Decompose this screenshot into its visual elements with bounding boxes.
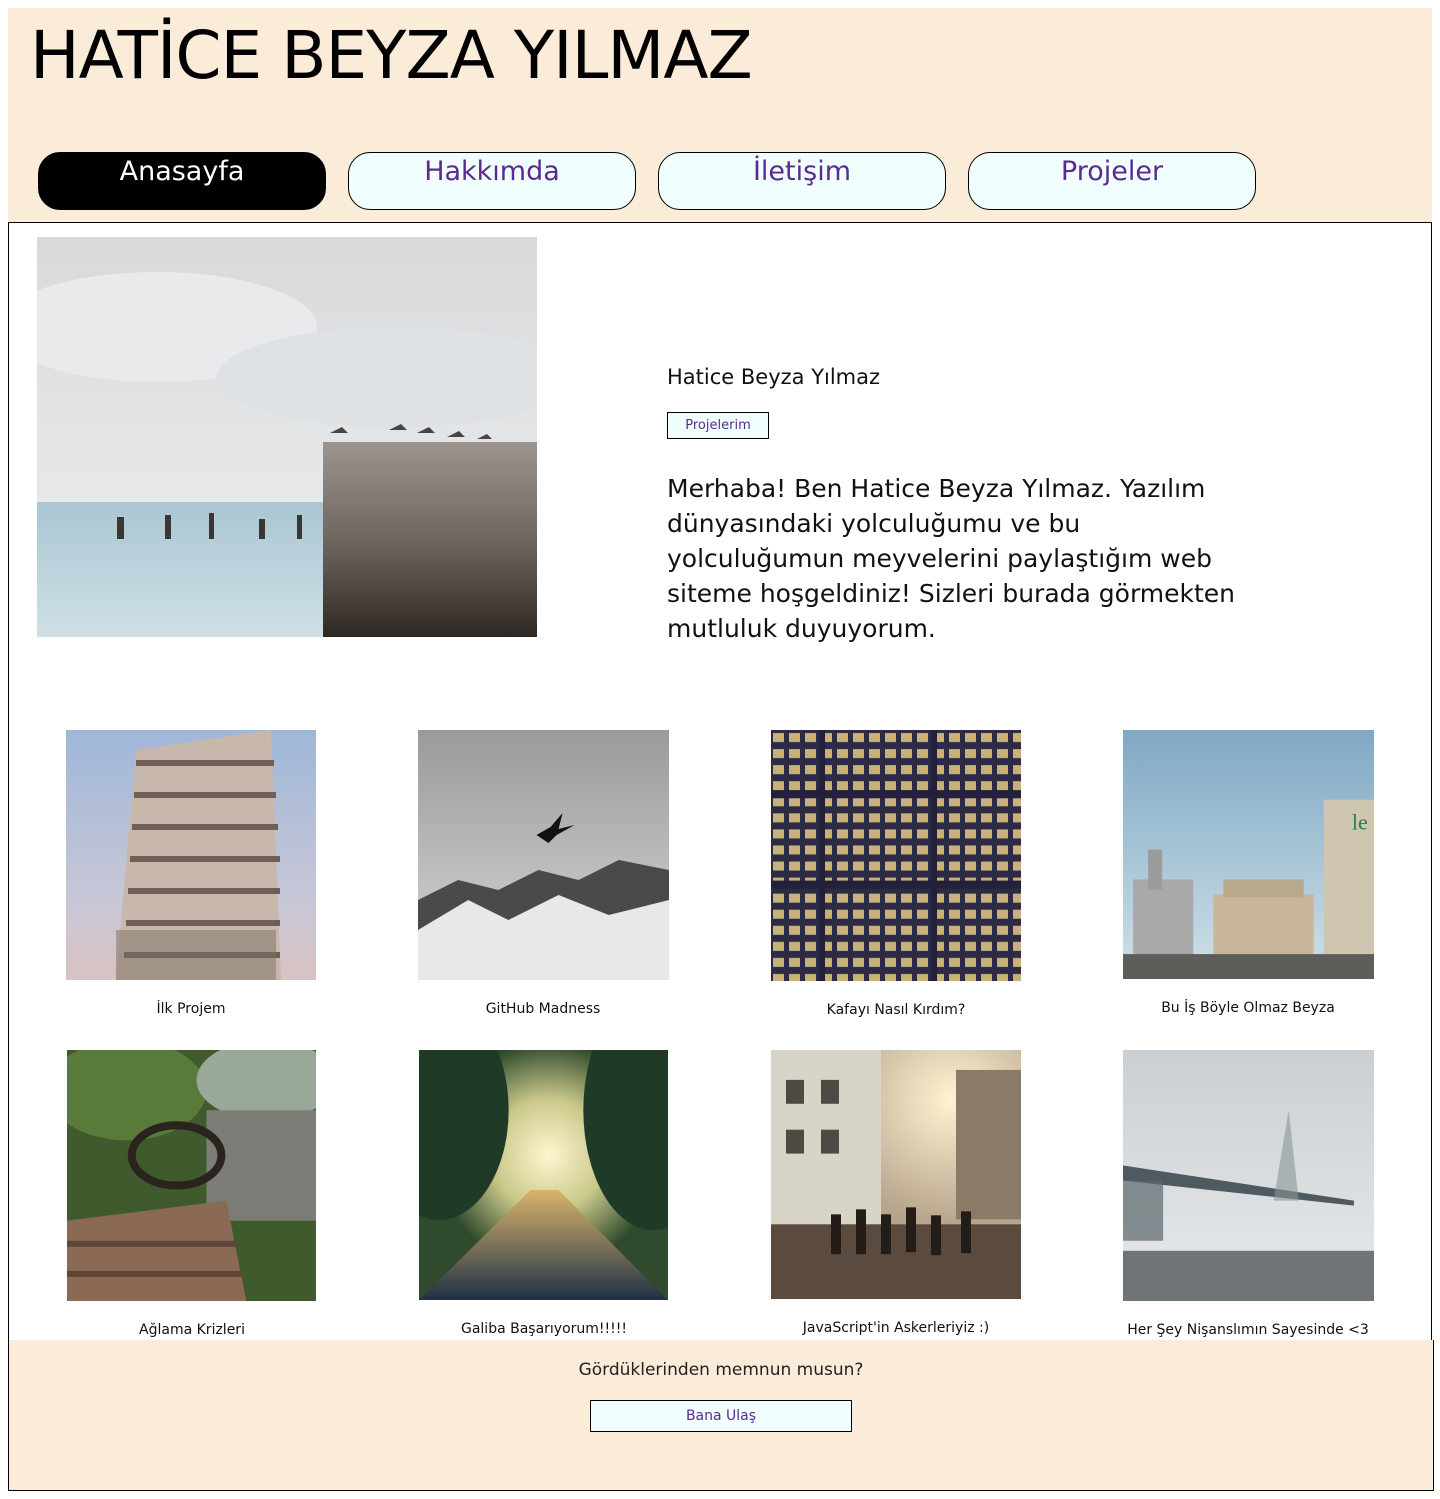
hero-sea-pier-image [37, 237, 537, 637]
project-caption: Bu İş Böyle Olmaz Beyza [1161, 1000, 1335, 1016]
project-caption: Galiba Başarıyorum!!!!! [460, 1321, 627, 1337]
nav-iletisim[interactable]: İletişim [658, 152, 946, 210]
nav-hakkimda[interactable]: Hakkımda [348, 152, 636, 210]
footer-question: Gördüklerinden memnun musun? [578, 1360, 864, 1380]
project-caption: JavaScript'in Askerleriyiz :) [802, 1320, 990, 1336]
project-image-bird-mountains[interactable] [418, 730, 669, 980]
site-header: HATİCE BEYZA YILMAZ Anasayfa Hakkımda İl… [8, 8, 1432, 222]
hero-intro-text: Merhaba! Ben Hatice Beyza Yılmaz. Yazılı… [667, 474, 1236, 643]
project-image-office-building[interactable] [771, 730, 1021, 981]
project-caption: GitHub Madness [485, 1001, 601, 1017]
main-content: Hatice Beyza Yılmaz Projelerim Merhaba! … [8, 222, 1432, 1340]
project-image-foggy-bridge[interactable] [1123, 1050, 1374, 1301]
project-image-city-street[interactable] [771, 1050, 1021, 1299]
site-title: HATİCE BEYZA YILMAZ [30, 17, 753, 94]
bana-ulas-button[interactable]: Bana Ulaş [590, 1400, 852, 1432]
project-image-car-interior[interactable] [67, 1050, 316, 1301]
nav-anasayfa[interactable]: Anasayfa [38, 152, 326, 210]
svg-text:le: le [1352, 810, 1368, 835]
project-caption: Ağlama Krizleri [139, 1322, 245, 1338]
project-image-forest-road[interactable] [419, 1050, 668, 1300]
hero-name: Hatice Beyza Yılmaz [667, 365, 881, 389]
project-caption: İlk Projem [156, 1001, 226, 1017]
project-image-industrial-tanks[interactable]: le [1123, 730, 1374, 979]
project-image-leaning-tower[interactable] [66, 730, 316, 980]
project-caption: Her Şey Nişanslımın Sayesinde <3 [1127, 1322, 1369, 1338]
projelerim-button[interactable]: Projelerim [667, 412, 769, 439]
site-footer: Gördüklerinden memnun musun? Bana Ulaş [8, 1340, 1434, 1491]
nav-projeler[interactable]: Projeler [968, 152, 1256, 210]
project-caption: Kafayı Nasıl Kırdım? [826, 1002, 966, 1018]
